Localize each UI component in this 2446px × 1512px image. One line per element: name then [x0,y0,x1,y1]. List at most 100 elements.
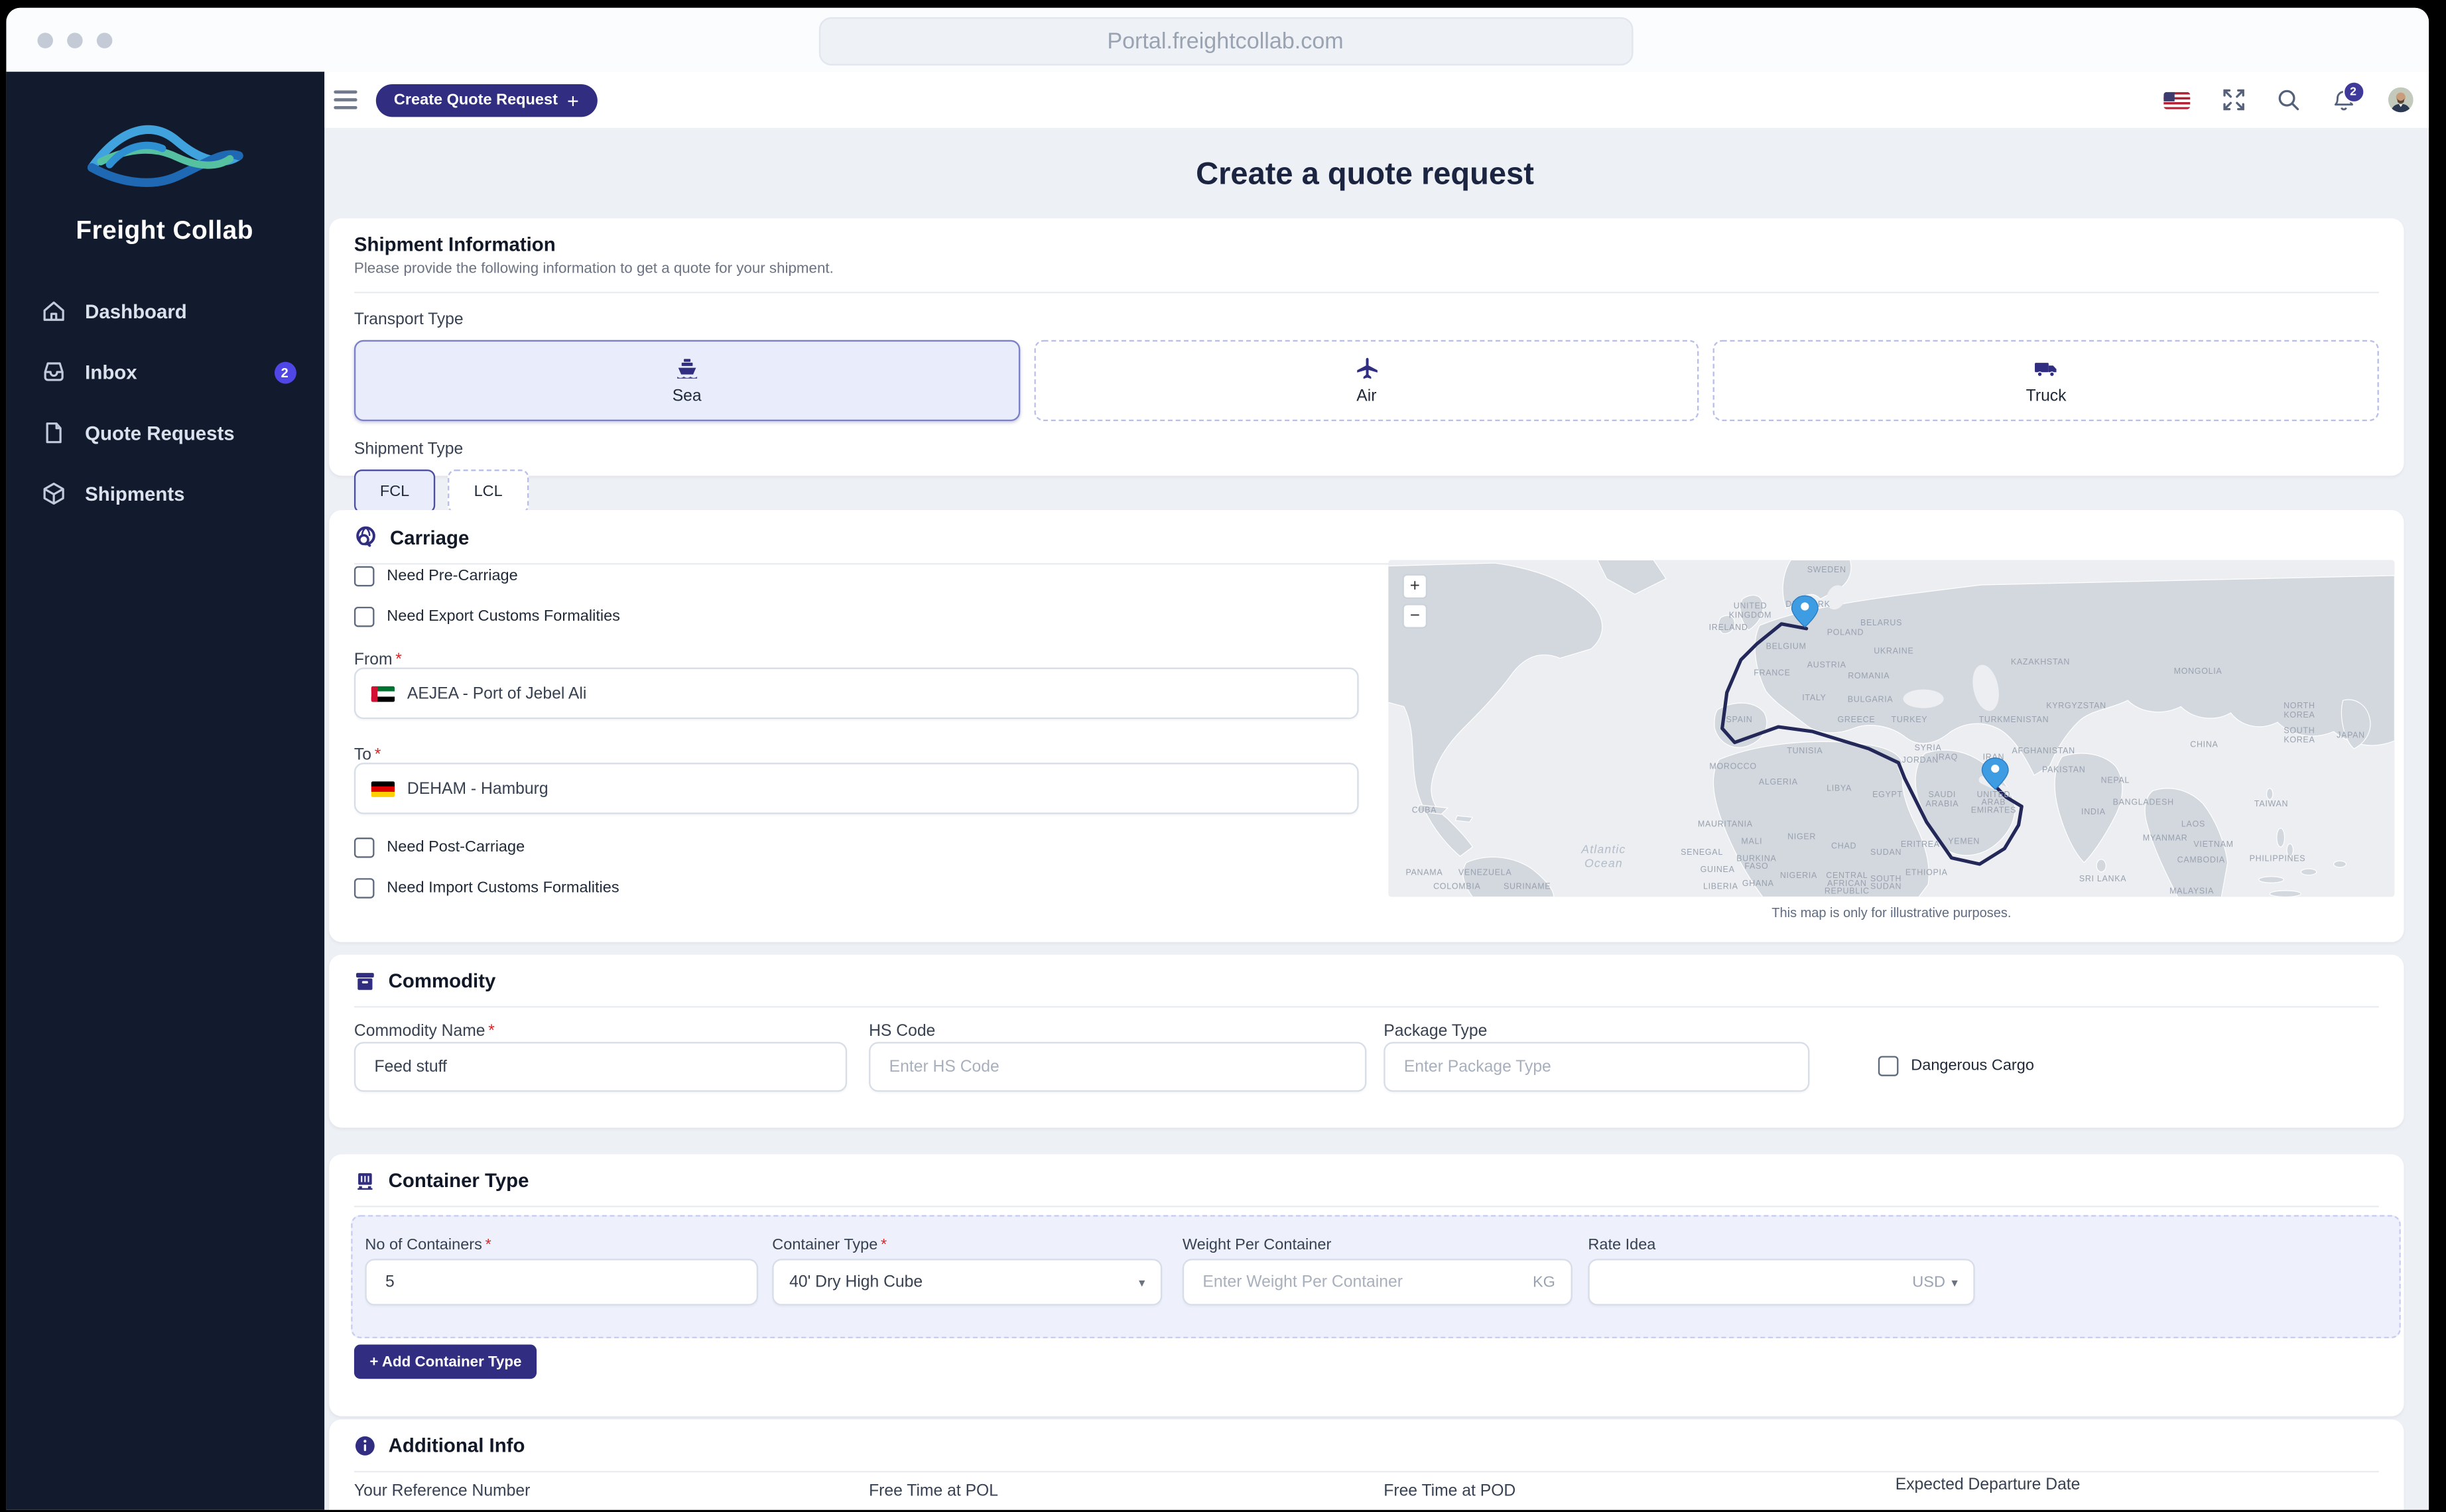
post-carriage-checkbox[interactable] [354,838,375,858]
sidebar-item-inbox[interactable]: Inbox 2 [5,342,324,403]
sidebar-item-quote-requests[interactable]: Quote Requests [5,403,324,464]
hs-code-input[interactable] [869,1042,1366,1092]
map-country-label: TUNISIA [1787,746,1823,755]
language-flag-us[interactable] [2163,92,2189,109]
weight-per-container-input[interactable]: KG [1183,1259,1573,1306]
map-zoom-in-button[interactable]: + [1402,574,1427,599]
truck-icon [2033,355,2059,382]
map-country-label: YEMEN [1948,836,1980,846]
user-avatar[interactable] [2388,88,2413,113]
commodity-box-icon [354,970,376,992]
map-country-label: SENEGAL [1681,848,1723,857]
checkbox-label: Need Export Customs Formalities [387,608,620,625]
package-type-field[interactable] [1401,1056,1792,1078]
no-of-containers-field[interactable] [382,1271,741,1293]
route-map[interactable]: SWEDENUNITEDKINGDOMIRELANDDENMARKBELARUS… [1388,560,2394,897]
checkbox-label: Need Post-Carriage [387,839,525,856]
import-customs-checkbox[interactable] [354,878,375,899]
pre-carriage-checkbox[interactable] [354,566,375,587]
sidebar-nav: Dashboard Inbox 2 Quote Requests Shipme [5,281,324,524]
map-country-label: CHINA [2190,740,2218,749]
map-country-label: VIETNAM [2193,840,2233,849]
commodity-name-input[interactable] [354,1042,847,1092]
map-country-label: MOROCCO [1709,762,1756,771]
transport-option-air[interactable]: Air [1034,340,1700,421]
notifications-bell-icon[interactable]: 2 [2331,88,2354,111]
map-country-label: BULGARIA [1848,694,1894,704]
checkbox-label: Need Pre-Carriage [387,568,517,585]
hs-code-label: HS Code [869,1022,935,1040]
rate-field[interactable] [1605,1271,1912,1293]
map-zoom-out-button[interactable]: − [1402,603,1427,629]
map-country-label: SUDAN [1870,848,1901,857]
map-country-label: MONGOLIA [2174,666,2222,676]
sidebar-item-dashboard[interactable]: Dashboard [5,281,324,342]
from-port-input[interactable]: AEJEA - Port of Jebel Ali [354,668,1359,720]
weight-field[interactable] [1200,1271,1533,1293]
map-country-label: SOUTH [2284,725,2315,735]
map-country-label: SWEDEN [1807,565,1846,574]
home-icon [40,298,66,324]
window-controls[interactable] [36,32,111,48]
package-type-label: Package Type [1384,1022,1487,1040]
map-country-label: NIGER [1787,832,1816,841]
window-control-dot[interactable] [66,32,82,48]
map-country-label: ITALY [1802,693,1826,702]
create-quote-request-label: Create Quote Request [394,92,558,109]
rate-idea-input[interactable]: USD▾ [1588,1259,1974,1306]
sidebar-item-shipments[interactable]: Shipments [5,464,324,525]
no-of-containers-input[interactable] [365,1259,758,1306]
map-country-label: JORDAN [1902,755,1939,765]
container-type-select[interactable]: 40' Dry High Cube ▾ [772,1259,1162,1306]
sidebar-item-label: Quote Requests [85,422,234,444]
expected-departure-date-label: Expected Departure Date [1896,1476,2081,1494]
window-control-dot[interactable] [36,32,52,48]
search-icon[interactable] [2277,89,2299,111]
commodity-name-field[interactable] [371,1056,830,1078]
rate-currency-select[interactable]: USD▾ [1912,1273,1958,1291]
transport-option-label: Sea [673,387,702,405]
address-bar[interactable]: Portal.freightcollab.com [818,17,1633,66]
map-country-label: REPUBLIC [1825,887,1870,896]
to-label: To* [354,745,381,764]
section-title: Container Type [389,1170,529,1192]
map-country-label: KYRGYZSTAN [2046,701,2106,710]
inbox-unread-badge: 2 [274,361,296,383]
shipment-type-lcl[interactable]: LCL [448,470,529,513]
transport-option-truck[interactable]: Truck [1713,340,2379,421]
sidebar: Freight Collab Dashboard Inbox 2 Quo [5,72,324,1510]
map-country-label: SRI LANKA [2079,874,2126,883]
hs-code-field[interactable] [886,1056,1350,1078]
map-country-label: SURINAME [1504,882,1551,891]
map-caption: This map is only for illustrative purpos… [1388,905,2394,920]
shipment-type-label: Shipment Type [354,440,2379,458]
map-country-label: GHANA [1742,879,1774,888]
map-country-label: MALAYSIA [2169,887,2214,896]
create-quote-request-button[interactable]: Create Quote Request + [375,84,598,116]
add-container-type-button[interactable]: + Add Container Type [354,1344,537,1379]
fullscreen-icon[interactable] [2222,89,2244,111]
menu-toggle-icon[interactable] [333,91,356,109]
brand-name: Freight Collab [5,217,324,247]
dangerous-cargo-checkbox[interactable] [1878,1056,1899,1076]
container-row-panel: No of Containers* Container Type* 40' Dr… [351,1215,2401,1338]
to-port-input[interactable]: DEHAM - Hamburg [354,763,1359,814]
map-country-label: LAOS [2181,820,2205,829]
transport-option-sea[interactable]: Sea [354,340,1020,421]
notification-count-badge: 2 [2343,80,2364,102]
rate-idea-label: Rate Idea [1588,1237,1655,1254]
map-country-label: FASO [1744,861,1768,871]
map-country-label: ARABIA [1925,799,1959,808]
sidebar-item-label: Dashboard [85,300,187,322]
shipment-type-fcl[interactable]: FCL [354,470,435,513]
map-country-label: IRAQ [1936,752,1958,761]
map-country-label: TURKMENISTAN [1979,715,2049,724]
export-customs-checkbox[interactable] [354,607,375,627]
weight-per-container-label: Weight Per Container [1183,1237,1331,1254]
browser-chrome: Portal.freightcollab.com [5,8,2428,74]
map-country-label: KAZAKHSTAN [2011,657,2070,666]
chevron-down-icon: ▾ [1139,1275,1145,1289]
package-type-input[interactable] [1384,1042,1809,1092]
window-control-dot[interactable] [96,32,112,48]
plane-icon [1353,355,1380,382]
